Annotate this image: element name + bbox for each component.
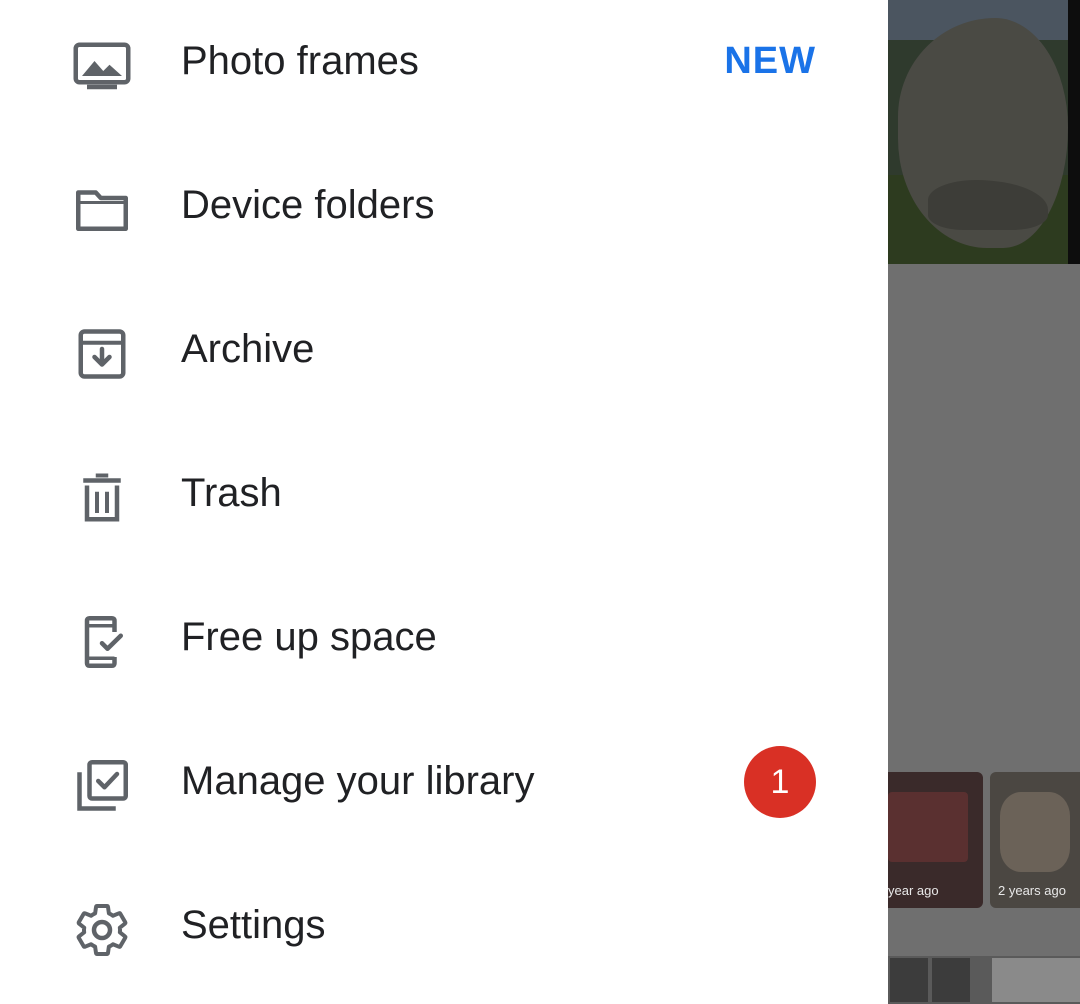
- drawer-item-label: Settings: [181, 903, 326, 947]
- background-scrim[interactable]: year ago 2 years ago: [888, 0, 1080, 1004]
- drawer-item-label: Manage your library: [181, 759, 535, 803]
- drawer-item-free-up-space[interactable]: Free up space: [0, 576, 888, 720]
- drawer-item-label: Photo frames: [181, 39, 419, 83]
- tile-image: [888, 792, 968, 862]
- manage-library-icon: [77, 760, 128, 811]
- drawer-item-archive[interactable]: Archive: [0, 288, 888, 432]
- drawer-item-device-folders[interactable]: Device folders: [0, 144, 888, 288]
- screen: year ago 2 years ago Photo frames NEW De…: [0, 0, 1080, 1004]
- trash-icon: [83, 473, 121, 522]
- drawer-item-settings[interactable]: Settings: [0, 864, 888, 1004]
- drawer-item-label: Free up space: [181, 615, 437, 659]
- settings-icon: [76, 904, 128, 956]
- tile-label: 2 years ago: [998, 883, 1066, 898]
- drawer-item-label: Archive: [181, 327, 315, 371]
- background-memory-tile: year ago: [888, 772, 983, 908]
- folder-icon: [76, 190, 128, 231]
- drawer-item-photo-frames[interactable]: Photo frames NEW: [0, 0, 888, 144]
- free-up-space-icon: [84, 616, 123, 668]
- thumbnail: [890, 958, 928, 1002]
- notification-count-badge: 1: [744, 746, 816, 818]
- thumbnail: [932, 958, 970, 1002]
- archive-icon: [78, 329, 126, 379]
- new-badge: NEW: [724, 40, 816, 82]
- tile-image: [1000, 792, 1070, 872]
- tile-label: year ago: [888, 883, 939, 898]
- drawer-item-manage-library[interactable]: Manage your library 1: [0, 720, 888, 864]
- drawer-item-label: Trash: [181, 471, 282, 515]
- background-card: [992, 958, 1080, 1002]
- background-thumbnail-strip: [888, 956, 1080, 1004]
- background-memory-tile: 2 years ago: [990, 772, 1080, 908]
- photo-edge: [1068, 0, 1080, 264]
- background-photo: [888, 0, 1080, 264]
- photo-frame-icon: [73, 42, 131, 90]
- drawer-item-label: Device folders: [181, 183, 435, 227]
- drawer-item-trash[interactable]: Trash: [0, 432, 888, 576]
- navigation-drawer: Photo frames NEW Device folders Archive: [0, 0, 888, 1004]
